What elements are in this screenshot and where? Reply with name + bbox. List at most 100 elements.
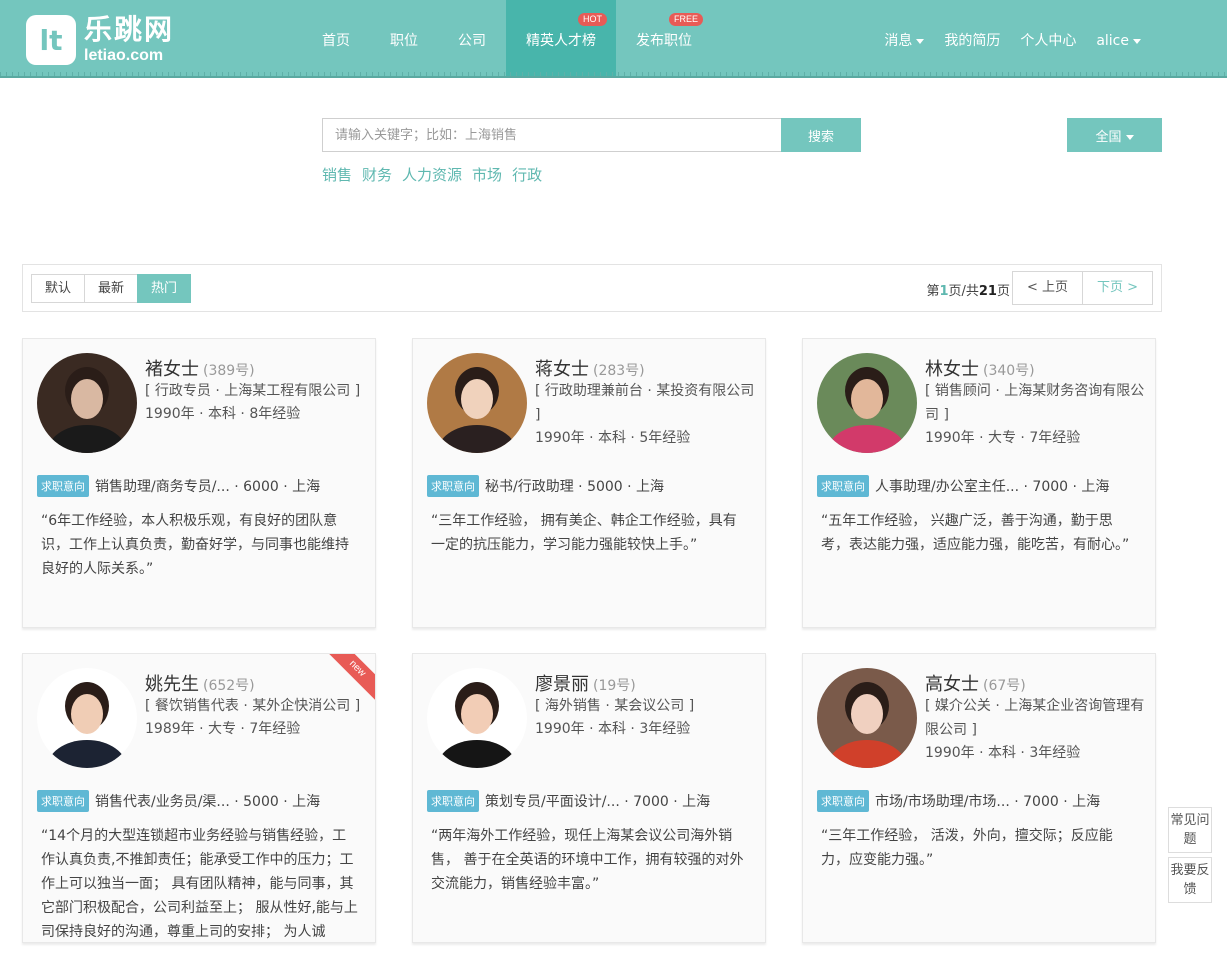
logo-mark-icon: lt — [26, 15, 76, 65]
user-nav-item-0[interactable]: 消息 — [874, 0, 934, 76]
candidate-name-row: 蒋女士 (283号) — [535, 355, 645, 381]
candidate-meta: 1990年 · 本科 · 3年经验 — [535, 721, 691, 737]
intent-badge: 求职意向 — [817, 790, 869, 812]
next-page-button[interactable]: 下页 > — [1081, 271, 1153, 305]
chevron-down-icon — [916, 38, 925, 44]
sort-button-2[interactable]: 热门 — [137, 274, 192, 303]
pager: < 上页 下页 > — [1011, 271, 1153, 305]
candidate-card[interactable]: 蒋女士 (283号)[ 行政助理兼前台 · 某投资有限公司 ] 1990年 · 本科… — [412, 338, 766, 628]
job-intent-row: 求职意向 策划专员/平面设计/... · 7000 · 上海 — [427, 790, 710, 812]
intent-badge: 求职意向 — [817, 475, 869, 497]
candidate-name[interactable]: 姚先生 — [145, 674, 199, 695]
search-button[interactable]: 搜索 — [781, 118, 861, 152]
candidate-number: (340号) — [983, 363, 1035, 379]
logo-chinese-name: 乐跳网 — [84, 13, 175, 46]
user-nav-label: 个人中心 — [1020, 33, 1077, 49]
candidate-name[interactable]: 廖景丽 — [535, 674, 589, 695]
current-job: [ 餐饮销售代表 · 某外企快消公司 ] — [145, 698, 361, 714]
user-nav-label: 我的简历 — [944, 33, 1001, 49]
job-intent: 市场/市场助理/市场... · 7000 · 上海 — [875, 794, 1101, 810]
nav-item-label: 首页 — [322, 33, 350, 49]
candidate-card[interactable]: 褚女士 (389号) [ 行政专员 · 上海某工程有限公司 ] 1990年 · 本科 … — [22, 338, 376, 628]
nav-item-1[interactable]: 职位 — [370, 0, 438, 76]
job-intent: 策划专员/平面设计/... · 7000 · 上海 — [485, 794, 711, 810]
candidate-meta: 1990年 · 大专 · 7年经验 — [925, 430, 1081, 446]
sort-button-1[interactable]: 最新 — [84, 274, 139, 303]
prev-page-button[interactable]: < 上页 — [1011, 271, 1083, 305]
current-job: [ 销售顾问 · 上海某财务咨询有限公司 ] — [925, 383, 1145, 423]
nav-item-4[interactable]: 发布职位 FREE — [616, 0, 712, 76]
top-header: lt 乐跳网 letiao.com 首页 职位 公司 精英人才榜 HOT 发布职位 FREE… — [0, 0, 1227, 78]
hot-keyword-link[interactable]: 销售 — [322, 164, 352, 185]
main-nav: 首页 职位 公司 精英人才榜 HOT 发布职位 FREE — [302, 0, 712, 76]
intent-badge: 求职意向 — [37, 475, 89, 497]
job-intent-row: 求职意向 秘书/行政助理 · 5000 · 上海 — [427, 475, 664, 497]
intent-badge: 求职意向 — [427, 475, 479, 497]
intent-badge: 求职意向 — [37, 790, 89, 812]
avatar[interactable] — [427, 353, 527, 453]
hot-keyword-link[interactable]: 行政 — [512, 164, 542, 185]
logo-domain: letiao.com — [84, 47, 164, 64]
chevron-down-icon — [1125, 134, 1134, 140]
list-toolbar: 默认 最新 热门 第1页/共21页 < 上页 下页 > — [22, 264, 1162, 312]
candidate-card[interactable]: 林女士 (340号)[ 销售顾问 · 上海某财务咨询有限公司 ] 1990年 · 大… — [802, 338, 1156, 628]
search-input[interactable] — [322, 118, 782, 152]
hot-keyword-link[interactable]: 财务 — [362, 164, 392, 185]
sort-button-0[interactable]: 默认 — [31, 274, 86, 303]
job-intent: 秘书/行政助理 · 5000 · 上海 — [485, 479, 665, 495]
region-label: 全国 — [1095, 129, 1122, 145]
candidate-meta: 1989年 · 大专 · 7年经验 — [145, 721, 301, 737]
self-description: “三年工作经验， 拥有美企、韩企工作经验，具有一定的抗压能力，学习能力强能较快上… — [431, 513, 737, 553]
candidate-number: (652号) — [203, 678, 255, 694]
nav-badge: HOT — [578, 13, 607, 26]
candidate-name[interactable]: 林女士 — [925, 359, 979, 380]
job-intent-row: 求职意向 市场/市场助理/市场... · 7000 · 上海 — [817, 790, 1100, 812]
nav-item-2[interactable]: 公司 — [438, 0, 506, 76]
region-select-button[interactable]: 全国 — [1067, 118, 1162, 152]
user-nav-item-3[interactable]: alice — [1086, 0, 1151, 76]
chevron-down-icon — [1133, 38, 1141, 44]
user-nav-label: 消息 — [884, 33, 913, 49]
page-indicator: 第1页/共21页 — [926, 284, 1010, 299]
total-pages: 21 — [978, 284, 997, 299]
feedback-button[interactable]: 我要反馈 — [1168, 857, 1212, 903]
candidate-name[interactable]: 褚女士 — [145, 359, 199, 380]
job-intent: 销售助理/商务专员/... · 6000 · 上海 — [95, 479, 321, 495]
avatar[interactable] — [37, 353, 137, 453]
candidate-name-row: 高女士 (67号) — [925, 670, 1026, 696]
faq-button[interactable]: 常见问题 — [1168, 807, 1212, 853]
current-job: [ 行政专员 · 上海某工程有限公司 ] — [145, 383, 361, 399]
candidate-name-row: 廖景丽 (19号) — [535, 670, 636, 696]
nav-item-0[interactable]: 首页 — [302, 0, 370, 76]
candidate-meta: 1990年 · 本科 · 5年经验 — [535, 430, 691, 446]
job-intent: 人事助理/办公室主任... · 7000 · 上海 — [875, 479, 1110, 495]
candidate-meta: 1990年 · 本科 · 3年经验 — [925, 745, 1081, 761]
candidate-name-row: 林女士 (340号) — [925, 355, 1035, 381]
nav-badge: FREE — [668, 13, 703, 26]
avatar[interactable] — [817, 353, 917, 453]
user-nav-item-2[interactable]: 个人中心 — [1010, 0, 1086, 76]
candidate-number: (67号) — [983, 678, 1026, 694]
user-nav-item-1[interactable]: 我的简历 — [934, 0, 1010, 76]
avatar[interactable] — [817, 668, 917, 768]
self-description: “14个月的大型连锁超市业务经验与销售经验，工作认真负责,不推卸责任；能承受工作… — [41, 828, 358, 940]
hot-keyword-link[interactable]: 人力资源 — [402, 164, 462, 185]
self-description: “五年工作经验， 兴趣广泛，善于沟通，勤于思考，表达能力强，适应能力强，能吃苦，… — [821, 513, 1130, 553]
candidate-name-row: 褚女士 (389号) — [145, 355, 255, 381]
nav-item-label: 精英人才榜 — [526, 33, 596, 49]
header-ruler-decoration — [0, 72, 1227, 78]
hot-keyword-link[interactable]: 市场 — [472, 164, 502, 185]
site-logo[interactable]: lt 乐跳网 letiao.com — [26, 14, 174, 66]
job-intent-row: 求职意向 销售代表/业务员/渠... · 5000 · 上海 — [37, 790, 320, 812]
current-page: 1 — [939, 284, 949, 299]
user-nav-label: alice — [1096, 33, 1129, 49]
hot-keyword-list: 销售 财务 人力资源 市场 行政 — [322, 164, 552, 185]
candidate-name[interactable]: 蒋女士 — [535, 359, 589, 380]
nav-item-3[interactable]: 精英人才榜 HOT — [506, 0, 616, 76]
avatar[interactable] — [427, 668, 527, 768]
candidate-name[interactable]: 高女士 — [925, 674, 979, 695]
candidate-card[interactable]: 高女士 (67号)[ 媒介公关 · 上海某企业咨询管理有限公司 ] 1990年 · … — [802, 653, 1156, 943]
candidate-card[interactable]: 廖景丽 (19号) [ 海外销售 · 某会议公司 ] 1990年 · 本科 · 3年经… — [412, 653, 766, 943]
candidate-card[interactable]: 姚先生 (652号) [ 餐饮销售代表 · 某外企快消公司 ] 1989年 · 大专 … — [22, 653, 376, 943]
avatar[interactable] — [37, 668, 137, 768]
